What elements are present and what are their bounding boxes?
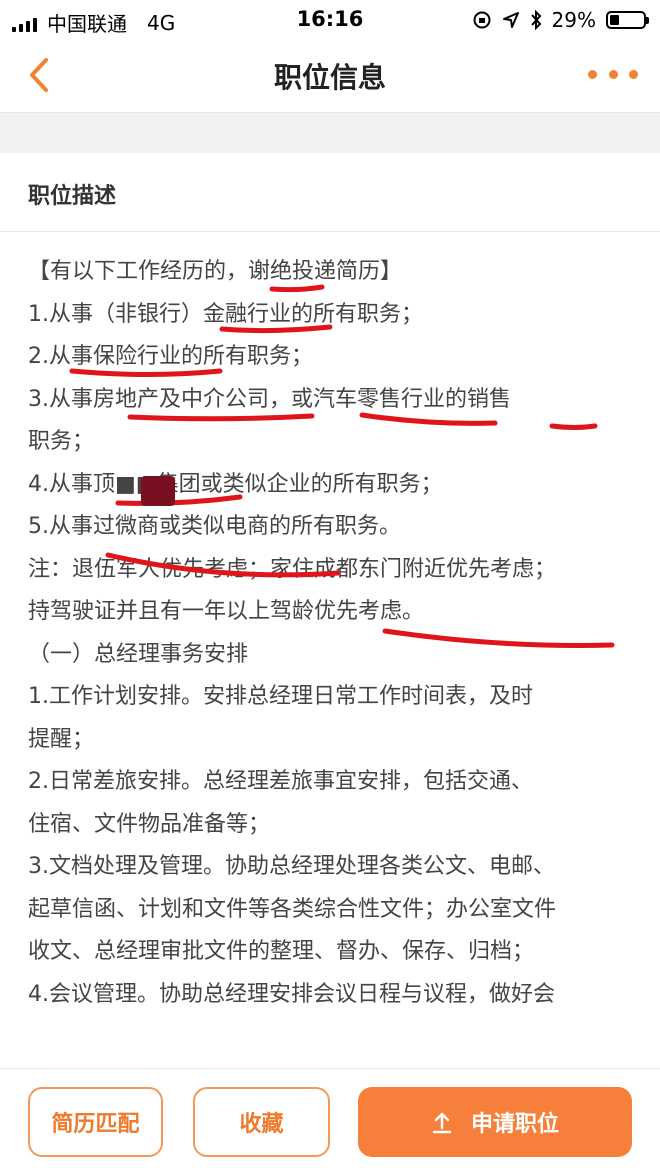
description-line: 持驾驶证并且有一年以上驾龄优先考虑。 bbox=[28, 599, 425, 624]
description-line: 职务； bbox=[28, 429, 95, 454]
description-line: 5.从事过微商或类似电商的所有职务。 bbox=[28, 514, 401, 539]
bluetooth-icon bbox=[530, 10, 541, 30]
more-dots-icon bbox=[588, 69, 597, 79]
description-line: 起草信函、计划和文件等各类综合性文件；办公室文件 bbox=[28, 896, 557, 922]
description-line: 提醒； bbox=[28, 726, 95, 752]
job-description-card: 职位描述 【有以下工作经历的，谢绝投递简历】 1.从事（非银行）金融行业的所有职… bbox=[0, 153, 660, 1068]
description-line: 注：退伍军人优先考虑；家住成都东门附近优先考虑； bbox=[28, 556, 557, 582]
description-line: 收文、总经理审批文件的整理、督办、保存、归档； bbox=[28, 939, 535, 964]
bottom-action-bar: 简历匹配 收藏 申请职位 bbox=[0, 1068, 660, 1176]
status-bar: 中国联通 4G 16:16 29% bbox=[0, 0, 660, 40]
battery-percent: 29% bbox=[551, 8, 596, 32]
resume-match-button[interactable]: 简历匹配 bbox=[28, 1087, 163, 1157]
description-line: 住宿、文件物品准备等； bbox=[28, 811, 271, 837]
description-line: 2.日常差旅安排。总经理差旅事宜安排，包括交通、 bbox=[28, 769, 533, 794]
description-line: 3.从事房地产及中介公司，或汽车零售行业的销售 bbox=[28, 386, 511, 412]
divider bbox=[0, 231, 660, 232]
favorite-label: 收藏 bbox=[239, 1112, 284, 1137]
description-line: 1.从事（非银行）金融行业的所有职务； bbox=[28, 301, 423, 327]
location-icon bbox=[502, 12, 519, 28]
description-line: 3.文档处理及管理。协助总经理处理各类公文、电邮、 bbox=[28, 854, 555, 879]
resume-match-label: 简历匹配 bbox=[51, 1112, 140, 1137]
upload-icon bbox=[432, 1112, 452, 1134]
job-description-text: 【有以下工作经历的，谢绝投递简历】 1.从事（非银行）金融行业的所有职务； 2.… bbox=[28, 251, 638, 1016]
more-button[interactable] bbox=[588, 56, 638, 92]
description-line: （一）总经理事务安排 bbox=[28, 641, 249, 667]
description-line: 4.从事顶■■集团或类似企业的所有职务； bbox=[28, 471, 443, 497]
orientation-lock-icon bbox=[473, 11, 491, 29]
nav-bar: 职位信息 bbox=[0, 40, 660, 113]
apply-job-label: 申请职位 bbox=[470, 1112, 559, 1137]
page-title: 职位信息 bbox=[273, 61, 386, 94]
description-line: 【有以下工作经历的，谢绝投递简历】 bbox=[28, 259, 403, 284]
favorite-button[interactable]: 收藏 bbox=[193, 1087, 330, 1157]
description-line: 4.会议管理。协助总经理安排会议日程与议程，做好会 bbox=[28, 981, 555, 1007]
section-title: 职位描述 bbox=[28, 184, 117, 209]
description-line: 2.从事保险行业的所有职务； bbox=[28, 344, 313, 369]
apply-job-button[interactable]: 申请职位 bbox=[358, 1087, 632, 1157]
description-line: 1.工作计划安排。安排总经理日常工作时间表，及时 bbox=[28, 684, 533, 709]
section-gap bbox=[0, 113, 660, 153]
battery-icon bbox=[606, 11, 649, 29]
